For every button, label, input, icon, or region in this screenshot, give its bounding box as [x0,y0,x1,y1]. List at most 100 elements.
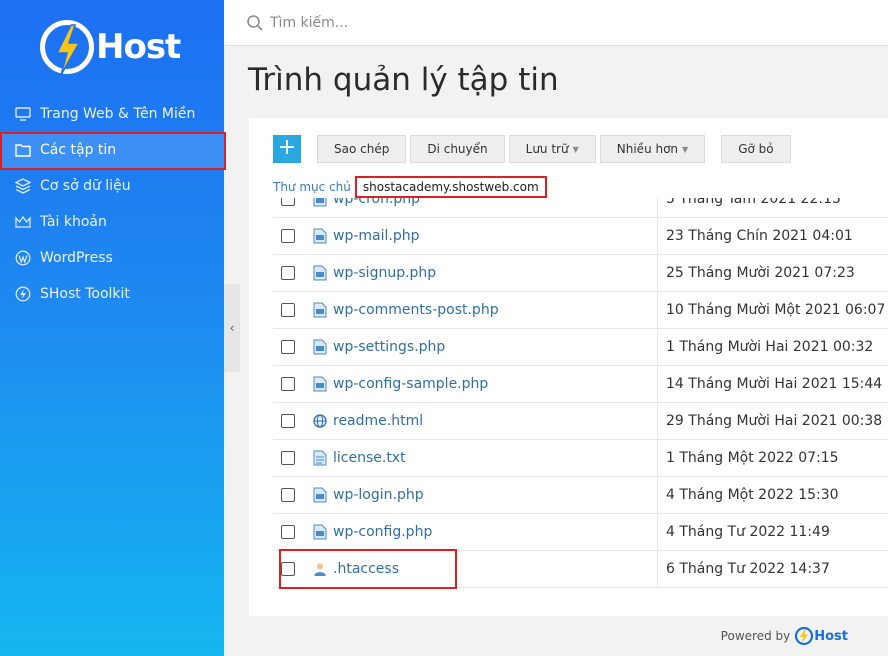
lightning-logo-icon [795,626,814,646]
table-row[interactable]: wp-settings.php 1 Tháng Mười Hai 2021 00:… [273,328,888,366]
html-file-icon [313,413,327,429]
sidebar-item-label: Trang Web & Tên Miền [40,106,196,122]
file-manager-panel: + Sao chép Di chuyển Lưu trữ ▼ Nhiều hơn ▼… [249,118,888,616]
more-dropdown[interactable]: Nhiều hơn ▼ [599,135,706,163]
file-name-link[interactable]: wp-signup.php [333,265,657,281]
brand-logo[interactable]: Host [40,14,190,80]
crown-icon [14,213,32,231]
table-row[interactable]: wp-config-sample.php 14 Tháng Mười Hai 20… [273,365,888,403]
powered-by: Powered by Host [721,626,848,646]
remove-button[interactable]: Gỡ bỏ [721,135,791,163]
table-row[interactable]: wp-login.php 4 Tháng Một 2022 15:30 [273,476,888,514]
row-checkbox[interactable] [281,525,295,539]
table-row[interactable]: wp-mail.php 23 Tháng Chín 2021 04:01 [273,217,888,255]
move-button-label: Di chuyển [427,142,488,156]
powered-by-logo[interactable]: Host [794,626,848,646]
file-modified-date: 14 Tháng Mười Hai 2021 15:44 [657,365,882,403]
php-file-icon [313,339,327,355]
row-checkbox[interactable] [281,198,295,206]
search-icon [246,14,264,32]
toolkit-icon [14,285,32,303]
file-name-link[interactable]: wp-mail.php [333,228,657,244]
search-input[interactable] [270,14,670,31]
sidebar-item-label: Cơ sở dữ liệu [40,178,131,194]
file-modified-date: 5 Tháng Tám 2021 22:15 [657,198,841,218]
file-modified-date: 29 Tháng Mười Hai 2021 00:38 [657,402,882,440]
file-name-link[interactable]: wp-settings.php [333,339,657,355]
chevron-down-icon: ▼ [682,144,689,154]
breadcrumb-current: shostacademy.shostweb.com [354,176,547,198]
page-title: Trình quản lý tập tin [248,62,559,98]
row-checkbox[interactable] [281,488,295,502]
table-row[interactable]: readme.html 29 Tháng Mười Hai 2021 00:38 [273,402,888,440]
sidebar: Host Trang Web & Tên Miền Các tập tin Cơ… [0,0,226,656]
php-file-icon [313,265,327,281]
archive-dropdown[interactable]: Lưu trữ ▼ [508,135,596,163]
file-modified-date: 6 Tháng Tư 2022 14:37 [657,550,830,588]
sidebar-item-label: Các tập tin [40,142,117,158]
file-name-link[interactable]: wp-login.php [333,487,657,503]
add-button[interactable]: + [273,135,301,163]
php-file-icon [313,524,327,540]
move-button[interactable]: Di chuyển [410,135,505,163]
row-checkbox[interactable] [281,229,295,243]
table-row[interactable]: wp-signup.php 25 Tháng Mười 2021 07:23 [273,254,888,292]
file-modified-date: 23 Tháng Chín 2021 04:01 [657,217,853,255]
folder-icon [14,141,32,159]
file-list: wp-cron.php 5 Tháng Tám 2021 22:15 wp-mail… [273,198,888,616]
database-icon [14,177,32,195]
powered-by-brand: Host [814,628,848,644]
file-modified-date: 10 Tháng Mười Một 2021 06:07 [657,291,885,329]
sidebar-item-shost-toolkit[interactable]: SHost Toolkit [0,276,224,312]
row-checkbox[interactable] [281,340,295,354]
sidebar-item-label: Tài khoản [40,214,107,230]
file-name-link[interactable]: wp-config-sample.php [333,376,657,392]
file-name-link[interactable]: wp-config.php [333,524,657,540]
sidebar-item-databases[interactable]: Cơ sở dữ liệu [0,168,224,204]
sidebar-item-account[interactable]: Tài khoản [0,204,224,240]
table-row[interactable]: license.txt 1 Tháng Một 2022 07:15 [273,439,888,477]
sidebar-item-label: WordPress [40,250,113,266]
sidebar-item-websites-domains[interactable]: Trang Web & Tên Miền [0,96,224,132]
row-checkbox[interactable] [281,303,295,317]
file-toolbar: + Sao chép Di chuyển Lưu trữ ▼ Nhiều hơn ▼… [273,135,795,163]
row-checkbox[interactable] [281,266,295,280]
powered-by-text: Powered by [720,629,791,643]
collapse-sidebar-handle[interactable]: ‹ [224,284,240,372]
sidebar-item-label: SHost Toolkit [40,286,130,302]
file-modified-date: 4 Tháng Tư 2022 11:49 [657,513,830,551]
breadcrumb-home-link[interactable]: Thư mục chủ [273,180,351,194]
breadcrumb: Thư mục chủ shostacademy.shostweb.com [273,176,547,198]
sidebar-nav: Trang Web & Tên Miền Các tập tin Cơ sở d… [0,96,226,312]
php-file-icon [313,198,327,207]
table-row[interactable]: wp-comments-post.php 10 Tháng Mười Một 20… [273,291,888,329]
sidebar-item-wordpress[interactable]: WordPress [0,240,224,276]
copy-button-label: Sao chép [334,142,390,156]
file-modified-date: 25 Tháng Mười 2021 07:23 [657,254,855,292]
sidebar-item-files[interactable]: Các tập tin [0,132,226,170]
copy-button[interactable]: Sao chép [317,135,407,163]
php-file-icon [313,228,327,244]
archive-dropdown-label: Lưu trữ [525,142,569,156]
chevron-down-icon: ▼ [572,144,579,154]
file-name-link[interactable]: wp-comments-post.php [333,302,657,318]
file-modified-date: 1 Tháng Mười Hai 2021 00:32 [657,328,873,366]
file-modified-date: 1 Tháng Một 2022 07:15 [657,439,839,477]
remove-button-label: Gỡ bỏ [738,142,774,156]
row-checkbox[interactable] [281,451,295,465]
table-row[interactable]: wp-cron.php 5 Tháng Tám 2021 22:15 [273,198,888,218]
brand-logo-text: Host [96,27,181,67]
file-name-link[interactable]: wp-cron.php [333,198,657,207]
php-file-icon [313,302,327,318]
top-bar [224,0,888,46]
php-file-icon [313,376,327,392]
row-checkbox[interactable] [281,414,295,428]
file-name-link[interactable]: license.txt [333,450,657,466]
file-name-link[interactable]: readme.html [333,413,657,429]
chevron-left-icon: ‹ [229,321,235,335]
row-checkbox[interactable] [281,377,295,391]
highlight-box [279,549,457,589]
table-row[interactable]: wp-config.php 4 Tháng Tư 2022 11:49 [273,513,888,551]
file-modified-date: 4 Tháng Một 2022 15:30 [657,476,839,514]
lightning-logo-icon [40,20,94,76]
